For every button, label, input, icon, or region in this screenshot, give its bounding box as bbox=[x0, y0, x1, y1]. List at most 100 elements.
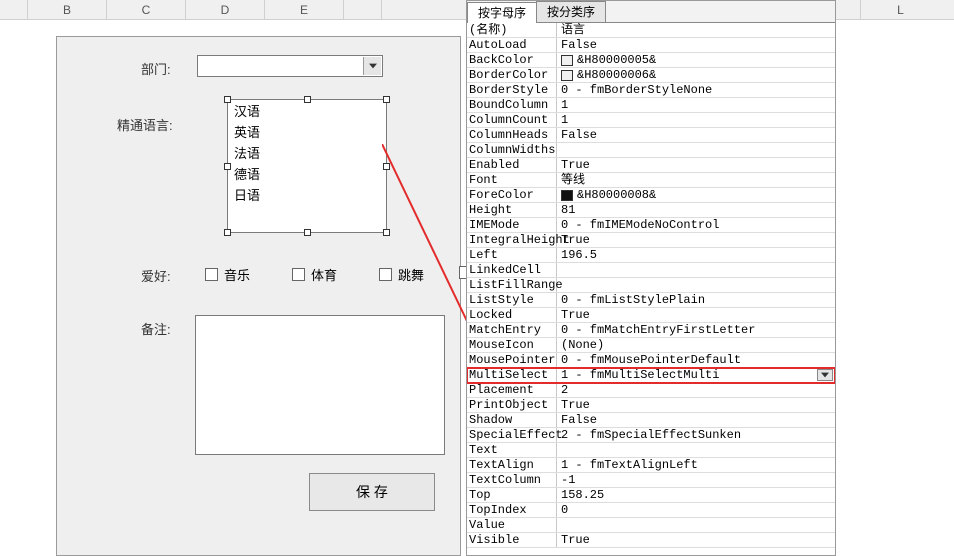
property-value[interactable]: False bbox=[557, 128, 835, 142]
department-combo[interactable] bbox=[197, 55, 383, 77]
property-row-IMEMode[interactable]: IMEMode0 - fmIMEModeNoControl bbox=[467, 218, 835, 233]
property-row-BackColor[interactable]: BackColor&H80000005& bbox=[467, 53, 835, 68]
property-value[interactable]: True bbox=[557, 308, 835, 322]
list-item[interactable]: 汉语 bbox=[228, 100, 386, 121]
property-value[interactable]: True bbox=[557, 533, 835, 547]
property-value[interactable]: False bbox=[557, 413, 835, 427]
property-row-TopIndex[interactable]: TopIndex0 bbox=[467, 503, 835, 518]
property-value[interactable]: 1 bbox=[557, 98, 835, 112]
property-row-TextAlign[interactable]: TextAlign1 - fmTextAlignLeft bbox=[467, 458, 835, 473]
property-row-Top[interactable]: Top158.25 bbox=[467, 488, 835, 503]
property-row-BorderColor[interactable]: BorderColor&H80000006& bbox=[467, 68, 835, 83]
property-row-MatchEntry[interactable]: MatchEntry0 - fmMatchEntryFirstLetter bbox=[467, 323, 835, 338]
property-value[interactable] bbox=[557, 443, 835, 457]
resize-handle-nw[interactable] bbox=[224, 96, 231, 103]
property-value[interactable]: 196.5 bbox=[557, 248, 835, 262]
property-value[interactable]: 等线 bbox=[557, 173, 835, 187]
property-value[interactable]: 2 - fmSpecialEffectSunken bbox=[557, 428, 835, 442]
tab-alphabetical[interactable]: 按字母序 bbox=[467, 2, 537, 23]
property-row-PrintObject[interactable]: PrintObjectTrue bbox=[467, 398, 835, 413]
property-row-ListStyle[interactable]: ListStyle0 - fmListStylePlain bbox=[467, 293, 835, 308]
property-value[interactable]: &H80000006& bbox=[557, 68, 835, 82]
col-D[interactable]: D bbox=[186, 0, 265, 19]
resize-handle-w[interactable] bbox=[224, 163, 231, 170]
checkbox-dance[interactable]: 跳舞 bbox=[379, 265, 424, 284]
checkbox-music[interactable]: 音乐 bbox=[205, 265, 250, 284]
property-row-Placement[interactable]: Placement2 bbox=[467, 383, 835, 398]
property-row-BoundColumn[interactable]: BoundColumn1 bbox=[467, 98, 835, 113]
list-item[interactable]: 英语 bbox=[228, 121, 386, 142]
property-row-TextColumn[interactable]: TextColumn-1 bbox=[467, 473, 835, 488]
property-row-Enabled[interactable]: EnabledTrue bbox=[467, 158, 835, 173]
col-E[interactable]: E bbox=[265, 0, 344, 19]
property-row-[interactable]: (名称)语言 bbox=[467, 23, 835, 38]
property-value[interactable]: 2 bbox=[557, 383, 835, 397]
property-row-Visible[interactable]: VisibleTrue bbox=[467, 533, 835, 548]
property-value[interactable]: 语言 bbox=[557, 23, 835, 37]
property-row-Locked[interactable]: LockedTrue bbox=[467, 308, 835, 323]
checkbox-box[interactable] bbox=[292, 268, 305, 281]
col-C[interactable]: C bbox=[107, 0, 186, 19]
property-value[interactable] bbox=[557, 278, 835, 292]
property-row-Left[interactable]: Left196.5 bbox=[467, 248, 835, 263]
property-value[interactable]: &H80000005& bbox=[557, 53, 835, 67]
property-row-MouseIcon[interactable]: MouseIcon(None) bbox=[467, 338, 835, 353]
property-row-Value[interactable]: Value bbox=[467, 518, 835, 533]
resize-handle-se[interactable] bbox=[383, 229, 390, 236]
property-row-Font[interactable]: Font等线 bbox=[467, 173, 835, 188]
property-row-LinkedCell[interactable]: LinkedCell bbox=[467, 263, 835, 278]
property-row-ColumnWidths[interactable]: ColumnWidths bbox=[467, 143, 835, 158]
property-row-SpecialEffect[interactable]: SpecialEffect2 - fmSpecialEffectSunken bbox=[467, 428, 835, 443]
property-row-ColumnHeads[interactable]: ColumnHeadsFalse bbox=[467, 128, 835, 143]
property-value[interactable]: 0 - fmBorderStyleNone bbox=[557, 83, 835, 97]
save-button[interactable]: 保 存 bbox=[309, 473, 435, 511]
resize-handle-sw[interactable] bbox=[224, 229, 231, 236]
checkbox-box[interactable] bbox=[379, 268, 392, 281]
list-item[interactable]: 法语 bbox=[228, 142, 386, 163]
property-row-MultiSelect[interactable]: MultiSelect1 - fmMultiSelectMulti bbox=[467, 368, 835, 383]
property-value[interactable]: 1 bbox=[557, 113, 835, 127]
resize-handle-s[interactable] bbox=[304, 229, 311, 236]
property-value[interactable]: True bbox=[557, 233, 835, 247]
property-value[interactable]: 0 - fmListStylePlain bbox=[557, 293, 835, 307]
property-row-ListFillRange[interactable]: ListFillRange bbox=[467, 278, 835, 293]
property-row-ColumnCount[interactable]: ColumnCount1 bbox=[467, 113, 835, 128]
property-value[interactable]: (None) bbox=[557, 338, 835, 352]
tab-categorized[interactable]: 按分类序 bbox=[536, 1, 606, 22]
property-value[interactable]: 81 bbox=[557, 203, 835, 217]
checkbox-sport[interactable]: 体育 bbox=[292, 265, 337, 284]
property-value[interactable]: True bbox=[557, 158, 835, 172]
property-value[interactable] bbox=[557, 263, 835, 277]
property-value[interactable]: True bbox=[557, 398, 835, 412]
property-value[interactable]: 0 bbox=[557, 503, 835, 517]
list-item[interactable]: 德语 bbox=[228, 163, 386, 184]
checkbox-box[interactable] bbox=[205, 268, 218, 281]
property-value[interactable]: False bbox=[557, 38, 835, 52]
resize-handle-n[interactable] bbox=[304, 96, 311, 103]
property-row-ForeColor[interactable]: ForeColor&H80000008& bbox=[467, 188, 835, 203]
property-value[interactable]: &H80000008& bbox=[557, 188, 835, 202]
property-row-Shadow[interactable]: ShadowFalse bbox=[467, 413, 835, 428]
chevron-down-icon[interactable] bbox=[817, 369, 833, 381]
col-F-clip[interactable] bbox=[344, 0, 382, 19]
property-row-Text[interactable]: Text bbox=[467, 443, 835, 458]
property-row-AutoLoad[interactable]: AutoLoadFalse bbox=[467, 38, 835, 53]
property-value[interactable]: 1 - fmTextAlignLeft bbox=[557, 458, 835, 472]
property-value[interactable]: 0 - fmIMEModeNoControl bbox=[557, 218, 835, 232]
chevron-down-icon[interactable] bbox=[363, 57, 381, 75]
property-value[interactable]: 0 - fmMatchEntryFirstLetter bbox=[557, 323, 835, 337]
property-value[interactable]: 0 - fmMousePointerDefault bbox=[557, 353, 835, 367]
property-value[interactable] bbox=[557, 143, 835, 157]
languages-listbox[interactable]: 汉语 英语 法语 德语 日语 bbox=[227, 99, 387, 233]
resize-handle-ne[interactable] bbox=[383, 96, 390, 103]
resize-handle-e[interactable] bbox=[383, 163, 390, 170]
property-row-IntegralHeight[interactable]: IntegralHeightTrue bbox=[467, 233, 835, 248]
property-row-MousePointer[interactable]: MousePointer0 - fmMousePointerDefault bbox=[467, 353, 835, 368]
col-L[interactable]: L bbox=[861, 0, 940, 19]
property-value[interactable]: -1 bbox=[557, 473, 835, 487]
property-row-BorderStyle[interactable]: BorderStyle0 - fmBorderStyleNone bbox=[467, 83, 835, 98]
properties-list[interactable]: (名称)语言AutoLoadFalseBackColor&H80000005&B… bbox=[467, 23, 835, 555]
remarks-textarea[interactable] bbox=[195, 315, 445, 455]
col-B[interactable]: B bbox=[28, 0, 107, 19]
list-item[interactable]: 日语 bbox=[228, 184, 386, 205]
